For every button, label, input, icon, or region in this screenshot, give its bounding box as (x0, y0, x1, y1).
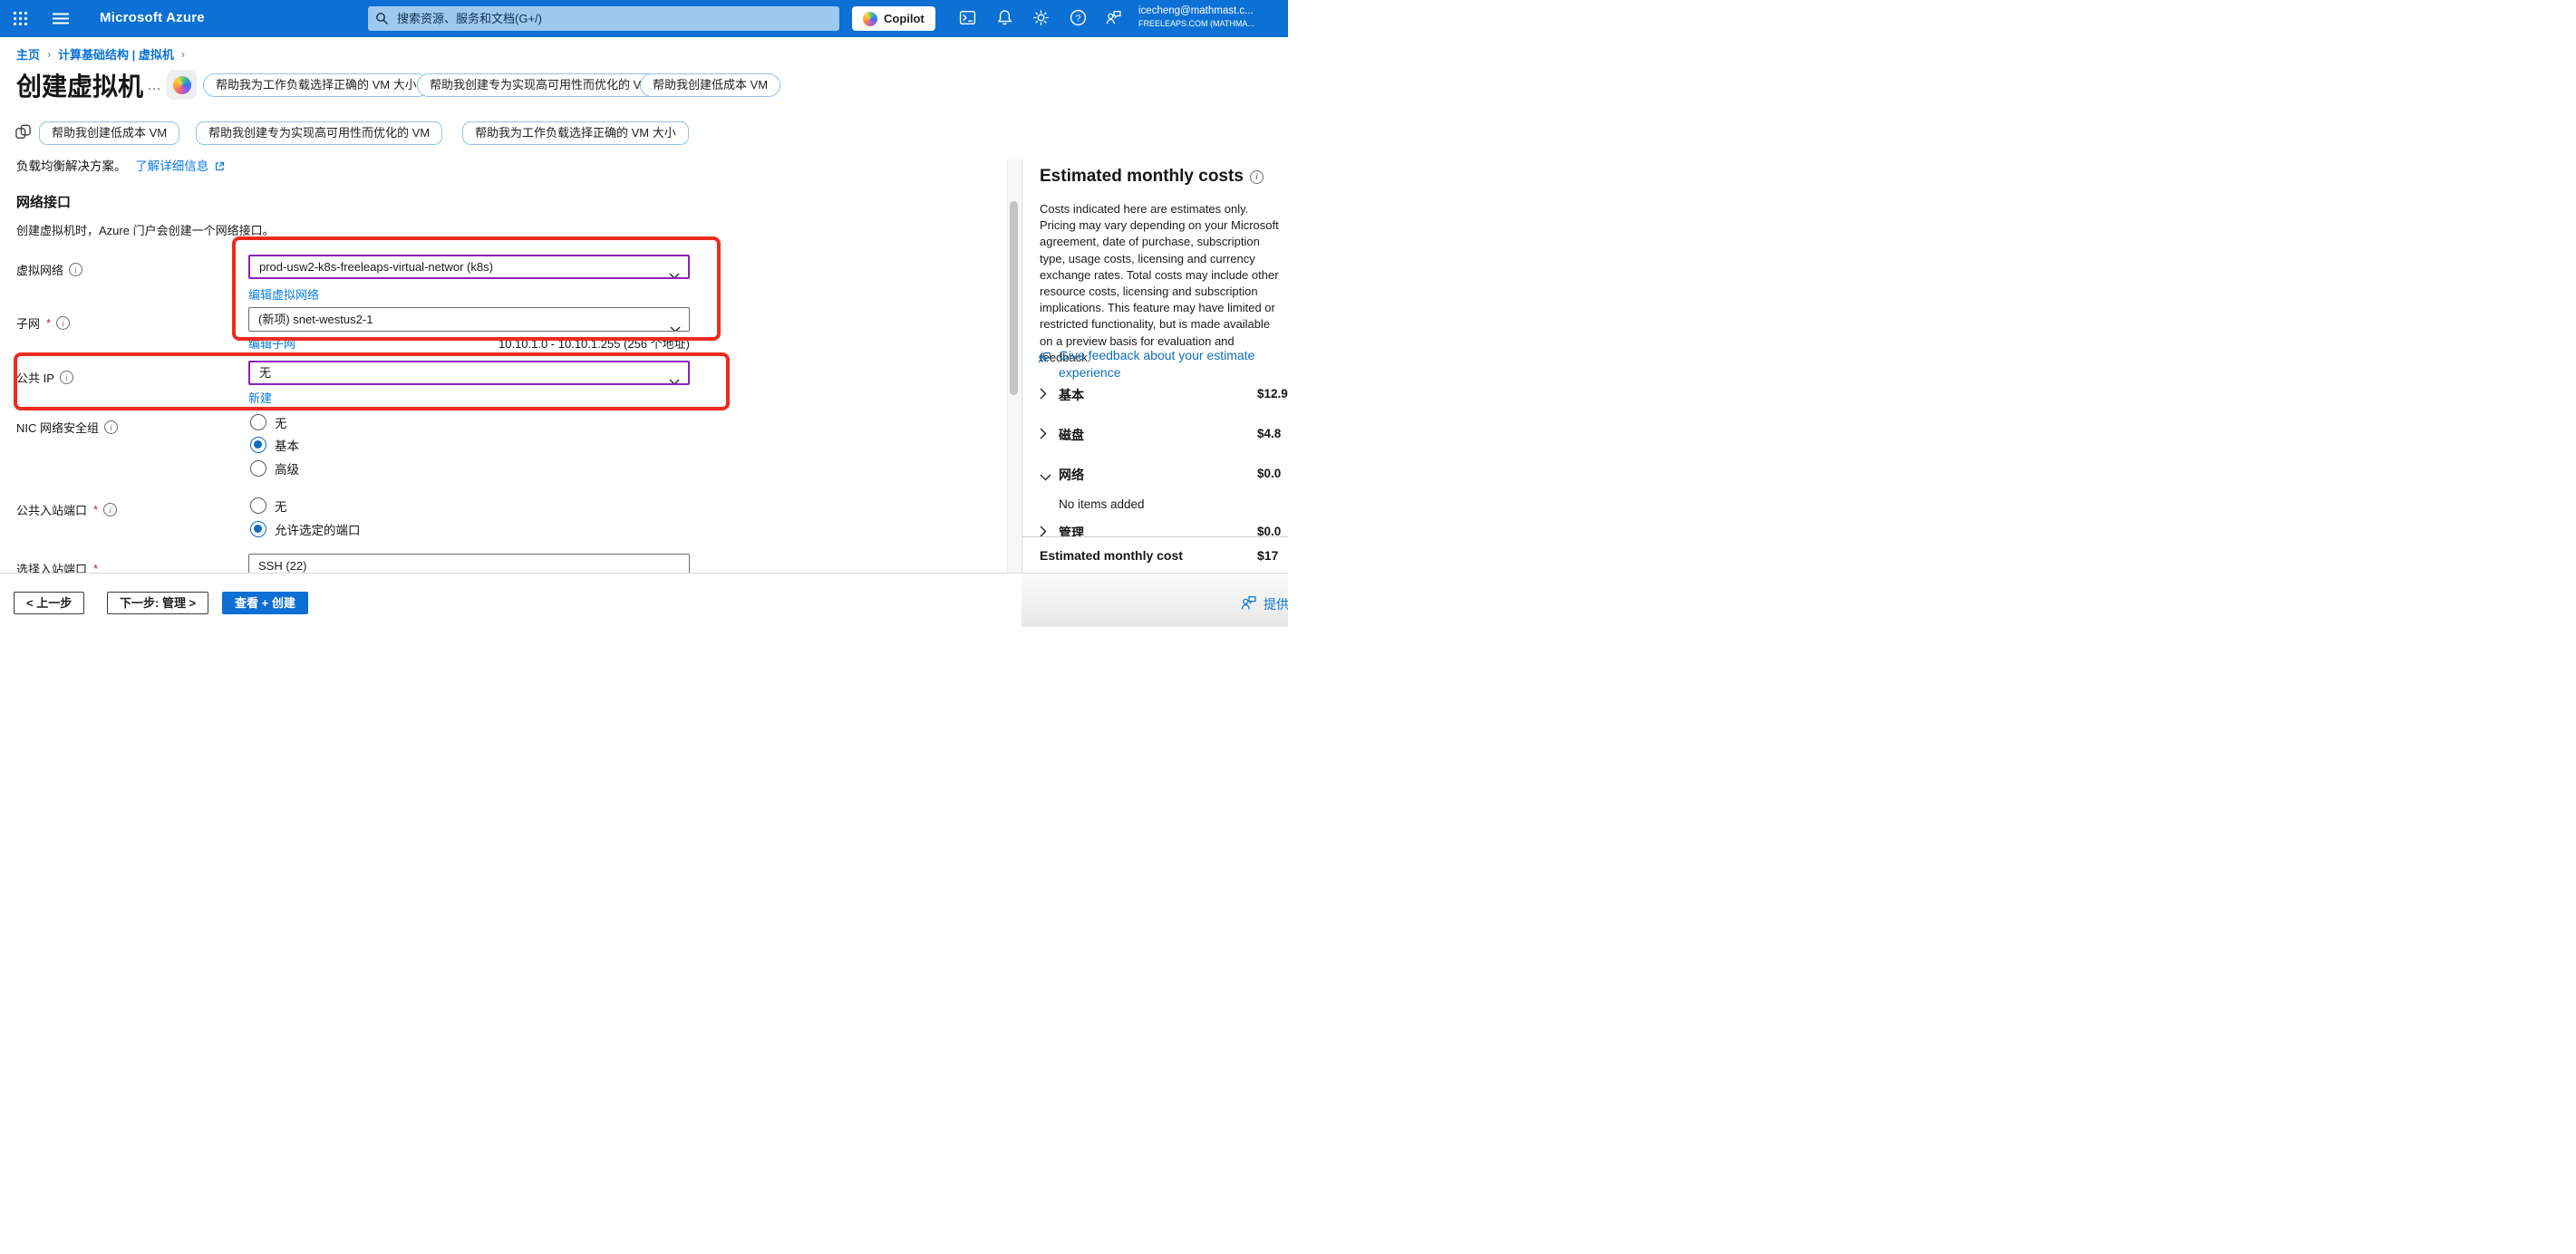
edit-virtual-network-link[interactable]: 编辑虚拟网络 (248, 285, 319, 303)
virtual-network-label: 虚拟网络 i (16, 261, 82, 278)
copilot-button[interactable]: Copilot (852, 6, 935, 31)
section-title-network-interface: 网络接口 (16, 192, 71, 211)
top-bar: Microsoft Azure Copilot ? icecheng@mathm… (0, 0, 1288, 37)
inbound-ports-option-allow-selected[interactable]: 允许选定的端口 (250, 520, 361, 538)
cloud-shell-icon[interactable] (959, 9, 977, 27)
radio-icon (250, 414, 266, 430)
cost-value-network: $0.0 (1257, 467, 1281, 480)
previous-step-button[interactable]: < 上一步 (14, 592, 84, 614)
wizard-footer: < 上一步 下一步: 管理 > 查看 + 创建 提供反馈 (0, 573, 1288, 627)
copilot-outline-icon (15, 123, 32, 145)
virtual-network-dropdown[interactable]: prod-usw2-k8s-freeleaps-virtual-networ (… (248, 255, 690, 279)
nic-nsg-option-advanced[interactable]: 高级 (250, 459, 299, 477)
cost-feedback-link[interactable]: Give feedback about your estimate experi… (1059, 347, 1283, 381)
public-ip-dropdown[interactable]: 无 (248, 361, 690, 385)
cost-row-disks[interactable]: 磁盘 (1059, 426, 1084, 444)
breadcrumb-home[interactable]: 主页 (16, 45, 40, 63)
cost-panel-title: Estimated monthly costs i (1040, 167, 1264, 187)
give-feedback-bottom-link[interactable]: 提供反馈 (1240, 594, 1288, 614)
nic-nsg-option-basic[interactable]: 基本 (250, 436, 299, 454)
public-inbound-ports-label: 公共入站端口 * i (16, 501, 117, 518)
radio-selected-icon (250, 437, 266, 453)
copilot-logo-icon (863, 12, 877, 26)
notifications-bell-icon[interactable] (996, 9, 1014, 27)
subnet-label: 子网 * i (16, 314, 70, 332)
breadcrumb-section[interactable]: 计算基础结构 | 虚拟机 (58, 45, 174, 63)
global-search[interactable] (368, 6, 839, 31)
waffle-icon[interactable] (13, 11, 28, 26)
settings-gear-icon[interactable] (1032, 9, 1051, 27)
cost-total-label: Estimated monthly cost (1040, 548, 1183, 563)
info-icon[interactable]: i (56, 316, 70, 330)
chevron-right-icon[interactable] (1040, 428, 1047, 444)
section-description: 创建虚拟机时，Azure 门户会创建一个网络接口。 (16, 221, 275, 238)
chevron-right-icon: › (181, 48, 185, 61)
give-feedback-label: 提供反馈 (1264, 595, 1288, 613)
copilot-suggestion-vm-size[interactable]: 帮助我为工作负载选择正确的 VM 大小 (203, 73, 430, 97)
page-title: 创建虚拟机 (16, 67, 143, 103)
copilot-suggestion-high-availability[interactable]: 帮助我创建专为实现高可用性而优化的 VM (417, 73, 663, 97)
info-icon[interactable]: i (60, 371, 73, 384)
inbound-ports-option-none[interactable]: 无 (250, 497, 287, 515)
cost-network-note: No items added (1059, 497, 1145, 511)
svg-text:?: ? (1076, 13, 1081, 24)
chevron-right-icon: › (47, 48, 51, 61)
cost-total-card: Estimated monthly cost $17 (1022, 536, 1288, 574)
public-ip-label: 公共 IP i (16, 369, 73, 386)
subnet-address-range: 10.10.1.0 - 10.10.1.255 (256 个地址) (444, 334, 690, 352)
copilot-badge[interactable] (167, 70, 197, 100)
hamburger-menu-icon[interactable] (53, 13, 69, 24)
feedback-person-icon (1240, 594, 1257, 614)
cost-row-network[interactable]: 网络 (1059, 466, 1084, 484)
cost-row-basic[interactable]: 基本 (1059, 386, 1084, 404)
radio-selected-icon (250, 521, 266, 537)
external-link-icon (215, 160, 225, 174)
feedback-icon[interactable] (1105, 9, 1123, 27)
radio-icon (250, 460, 266, 477)
info-icon[interactable]: i (69, 263, 82, 276)
nic-nsg-option-none[interactable]: 无 (250, 413, 287, 431)
scrollbar-thumb[interactable] (1010, 201, 1018, 395)
feedback-bubbles-icon (1038, 351, 1052, 370)
cost-total-value: $17 (1257, 548, 1278, 563)
cost-value-basic: $12.9 (1257, 387, 1288, 400)
copilot-logo-icon (173, 76, 191, 94)
radio-icon (250, 497, 266, 514)
intro-line: 负载均衡解决方案。 了解详细信息 (16, 156, 225, 174)
copilot-suggestion-low-cost[interactable]: 帮助我创建低成本 VM (640, 73, 780, 97)
azure-brand[interactable]: Microsoft Azure (100, 10, 205, 25)
copilot-suggestion-vm-size-2[interactable]: 帮助我为工作负载选择正确的 VM 大小 (462, 121, 689, 145)
account-menu[interactable]: icecheng@mathmast.c... FREELEAPS.COM (MA… (1138, 5, 1283, 29)
chevron-right-icon[interactable] (1040, 388, 1047, 404)
azure-create-vm-page: Microsoft Azure Copilot ? icecheng@mathm… (0, 0, 1288, 627)
chevron-down-icon[interactable] (1040, 469, 1051, 486)
copilot-button-label: Copilot (884, 12, 925, 25)
review-create-button[interactable]: 查看 + 创建 (222, 592, 308, 614)
copilot-suggestion-high-availability-2[interactable]: 帮助我创建专为实现高可用性而优化的 VM (196, 121, 442, 145)
account-tenant: FREELEAPS.COM (MATHMA... (1138, 18, 1283, 29)
cost-value-disks: $4.8 (1257, 427, 1281, 440)
cost-disclaimer: Costs indicated here are estimates only.… (1040, 201, 1284, 366)
info-icon[interactable]: i (103, 503, 117, 516)
intro-text: 负载均衡解决方案。 (16, 159, 127, 173)
nic-nsg-label: NIC 网络安全组 i (16, 419, 118, 436)
help-icon[interactable]: ? (1070, 9, 1088, 27)
account-email: icecheng@mathmast.c... (1138, 5, 1283, 18)
more-options-ellipsis[interactable]: … (147, 78, 163, 94)
chevron-down-icon (670, 317, 681, 333)
breadcrumb: 主页 › 计算基础结构 | 虚拟机 › (16, 45, 185, 63)
edit-subnet-link[interactable]: 编辑子网 (248, 334, 295, 352)
chevron-down-icon (669, 371, 680, 386)
chevron-down-icon (669, 265, 680, 280)
search-icon (375, 12, 389, 25)
info-icon[interactable]: i (1250, 170, 1264, 184)
learn-more-link[interactable]: 了解详细信息 (135, 159, 208, 173)
search-input[interactable] (395, 11, 832, 26)
create-new-public-ip-link[interactable]: 新建 (248, 389, 272, 406)
copilot-suggestion-low-cost-2[interactable]: 帮助我创建低成本 VM (39, 121, 179, 145)
subnet-dropdown[interactable]: (新项) snet-westus2-1 (248, 307, 690, 332)
info-icon[interactable]: i (104, 420, 118, 434)
next-step-button[interactable]: 下一步: 管理 > (107, 592, 208, 614)
